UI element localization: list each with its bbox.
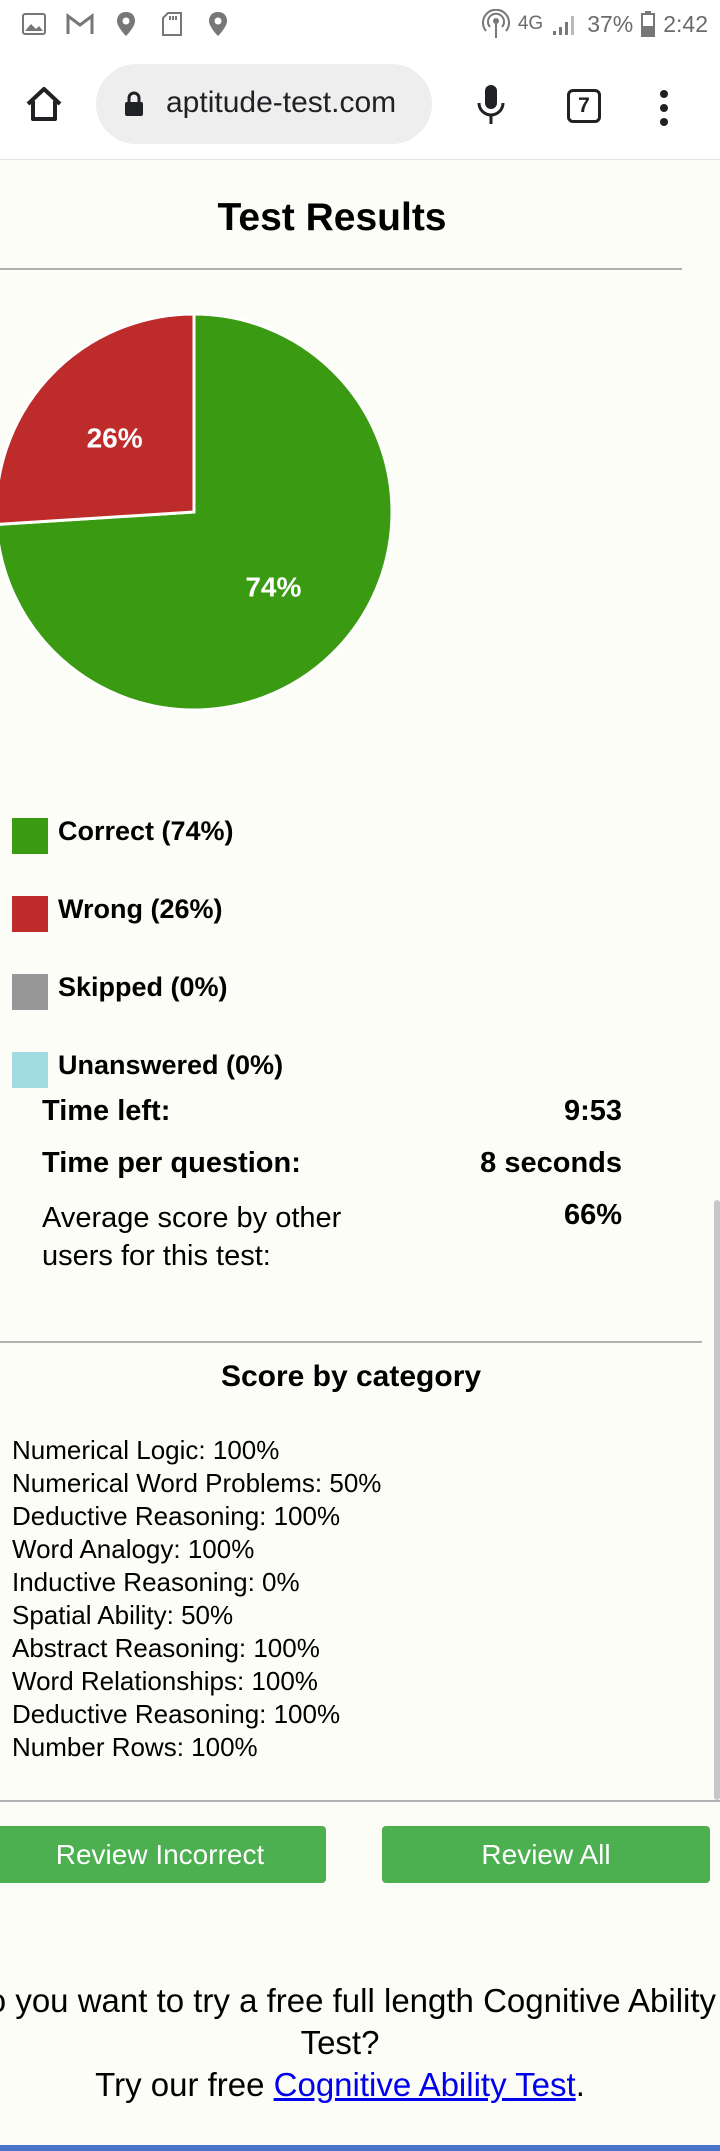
pie-slice-wrong: [0, 312, 196, 526]
gmail-icon: [66, 10, 94, 38]
home-icon[interactable]: [24, 84, 72, 132]
category-score-item: Deductive Reasoning: 100%: [12, 1501, 341, 1531]
stat-value: 66%: [563, 1199, 622, 1231]
stat-label: Time per question:: [42, 1147, 301, 1179]
category-score-item: Word Relationships: 100%: [12, 1666, 318, 1696]
promo-prefix: Try our free: [95, 2066, 274, 2103]
tab-switcher-button[interactable]: 7: [567, 89, 601, 123]
url-text[interactable]: aptitude-test.com: [166, 86, 396, 120]
promo-text: Do you want to try a free full length Co…: [0, 1980, 720, 2106]
category-section-title: Score by category: [220, 1360, 482, 1393]
legend-swatch: [12, 1052, 48, 1088]
divider: [0, 1341, 702, 1343]
stat-value: 9:53: [563, 1095, 622, 1127]
promo-suffix: .: [575, 2066, 585, 2103]
page-title: Test Results: [217, 196, 447, 239]
category-score-item: Number Rows: 100%: [12, 1732, 258, 1762]
system-icons: 4G 37% 2:42: [481, 9, 708, 38]
legend-label: Wrong (26%): [58, 894, 223, 924]
category-score-item: Spatial Ability: 50%: [12, 1600, 234, 1630]
lock-icon[interactable]: [124, 91, 144, 122]
divider: [0, 1800, 720, 1802]
stat-value: 8 seconds: [480, 1147, 622, 1179]
legend-swatch: [12, 974, 48, 1010]
promo-cta: Try our free Cognitive Ability Test.: [0, 2064, 720, 2106]
cognitive-test-link[interactable]: Cognitive Ability Test: [274, 2066, 576, 2103]
category-score-item: Deductive Reasoning: 100%: [12, 1699, 341, 1729]
scrollbar[interactable]: [714, 1200, 720, 1800]
legend-label: Skipped (0%): [58, 972, 228, 1002]
hotspot-icon: [481, 9, 510, 38]
category-score-item: Abstract Reasoning: 100%: [12, 1633, 320, 1663]
battery-percent: 37%: [587, 10, 634, 37]
stat-label: Average score by other users for this te…: [42, 1202, 342, 1272]
legend-label: Correct (74%): [58, 816, 234, 846]
category-score-item: Word Analogy: 100%: [12, 1534, 255, 1564]
address-bar[interactable]: aptitude-test.com: [96, 64, 432, 144]
microphone-icon[interactable]: [474, 82, 508, 128]
review-incorrect-button[interactable]: Review Incorrect: [0, 1826, 326, 1883]
pie-data-label: 26%: [87, 422, 143, 453]
more-menu-icon[interactable]: [654, 88, 674, 128]
browser-toolbar: aptitude-test.com 7: [0, 48, 720, 160]
clock: 2:42: [663, 10, 708, 37]
bottom-strip: [0, 2145, 720, 2151]
results-pie-chart: 74% 26%: [0, 312, 394, 712]
divider: [0, 268, 682, 270]
battery-icon: [641, 10, 656, 38]
legend-swatch: [12, 896, 48, 932]
network-type: 4G: [517, 13, 544, 34]
legend-swatch: [12, 818, 48, 854]
location-pin-icon: [112, 10, 140, 38]
location-pin-icon: [204, 10, 232, 38]
pie-data-label: 74%: [245, 572, 301, 603]
sd-card-icon: [158, 10, 186, 38]
legend-label: Unanswered (0%): [58, 1050, 284, 1080]
notification-icons: [20, 10, 232, 38]
image-icon: [20, 10, 48, 38]
signal-icon: [551, 10, 579, 38]
review-all-button[interactable]: Review All: [382, 1826, 710, 1883]
category-score-item: Numerical Word Problems: 50%: [12, 1468, 382, 1498]
promo-question: Do you want to try a free full length Co…: [0, 1982, 717, 2061]
category-score-item: Inductive Reasoning: 0%: [12, 1567, 300, 1597]
stat-label: Time left:: [42, 1095, 171, 1127]
category-score-list: Numerical Logic: 100% Numerical Word Pro…: [12, 1434, 381, 1764]
status-bar: 4G 37% 2:42: [0, 0, 720, 48]
category-score-item: Numerical Logic: 100%: [12, 1435, 280, 1465]
